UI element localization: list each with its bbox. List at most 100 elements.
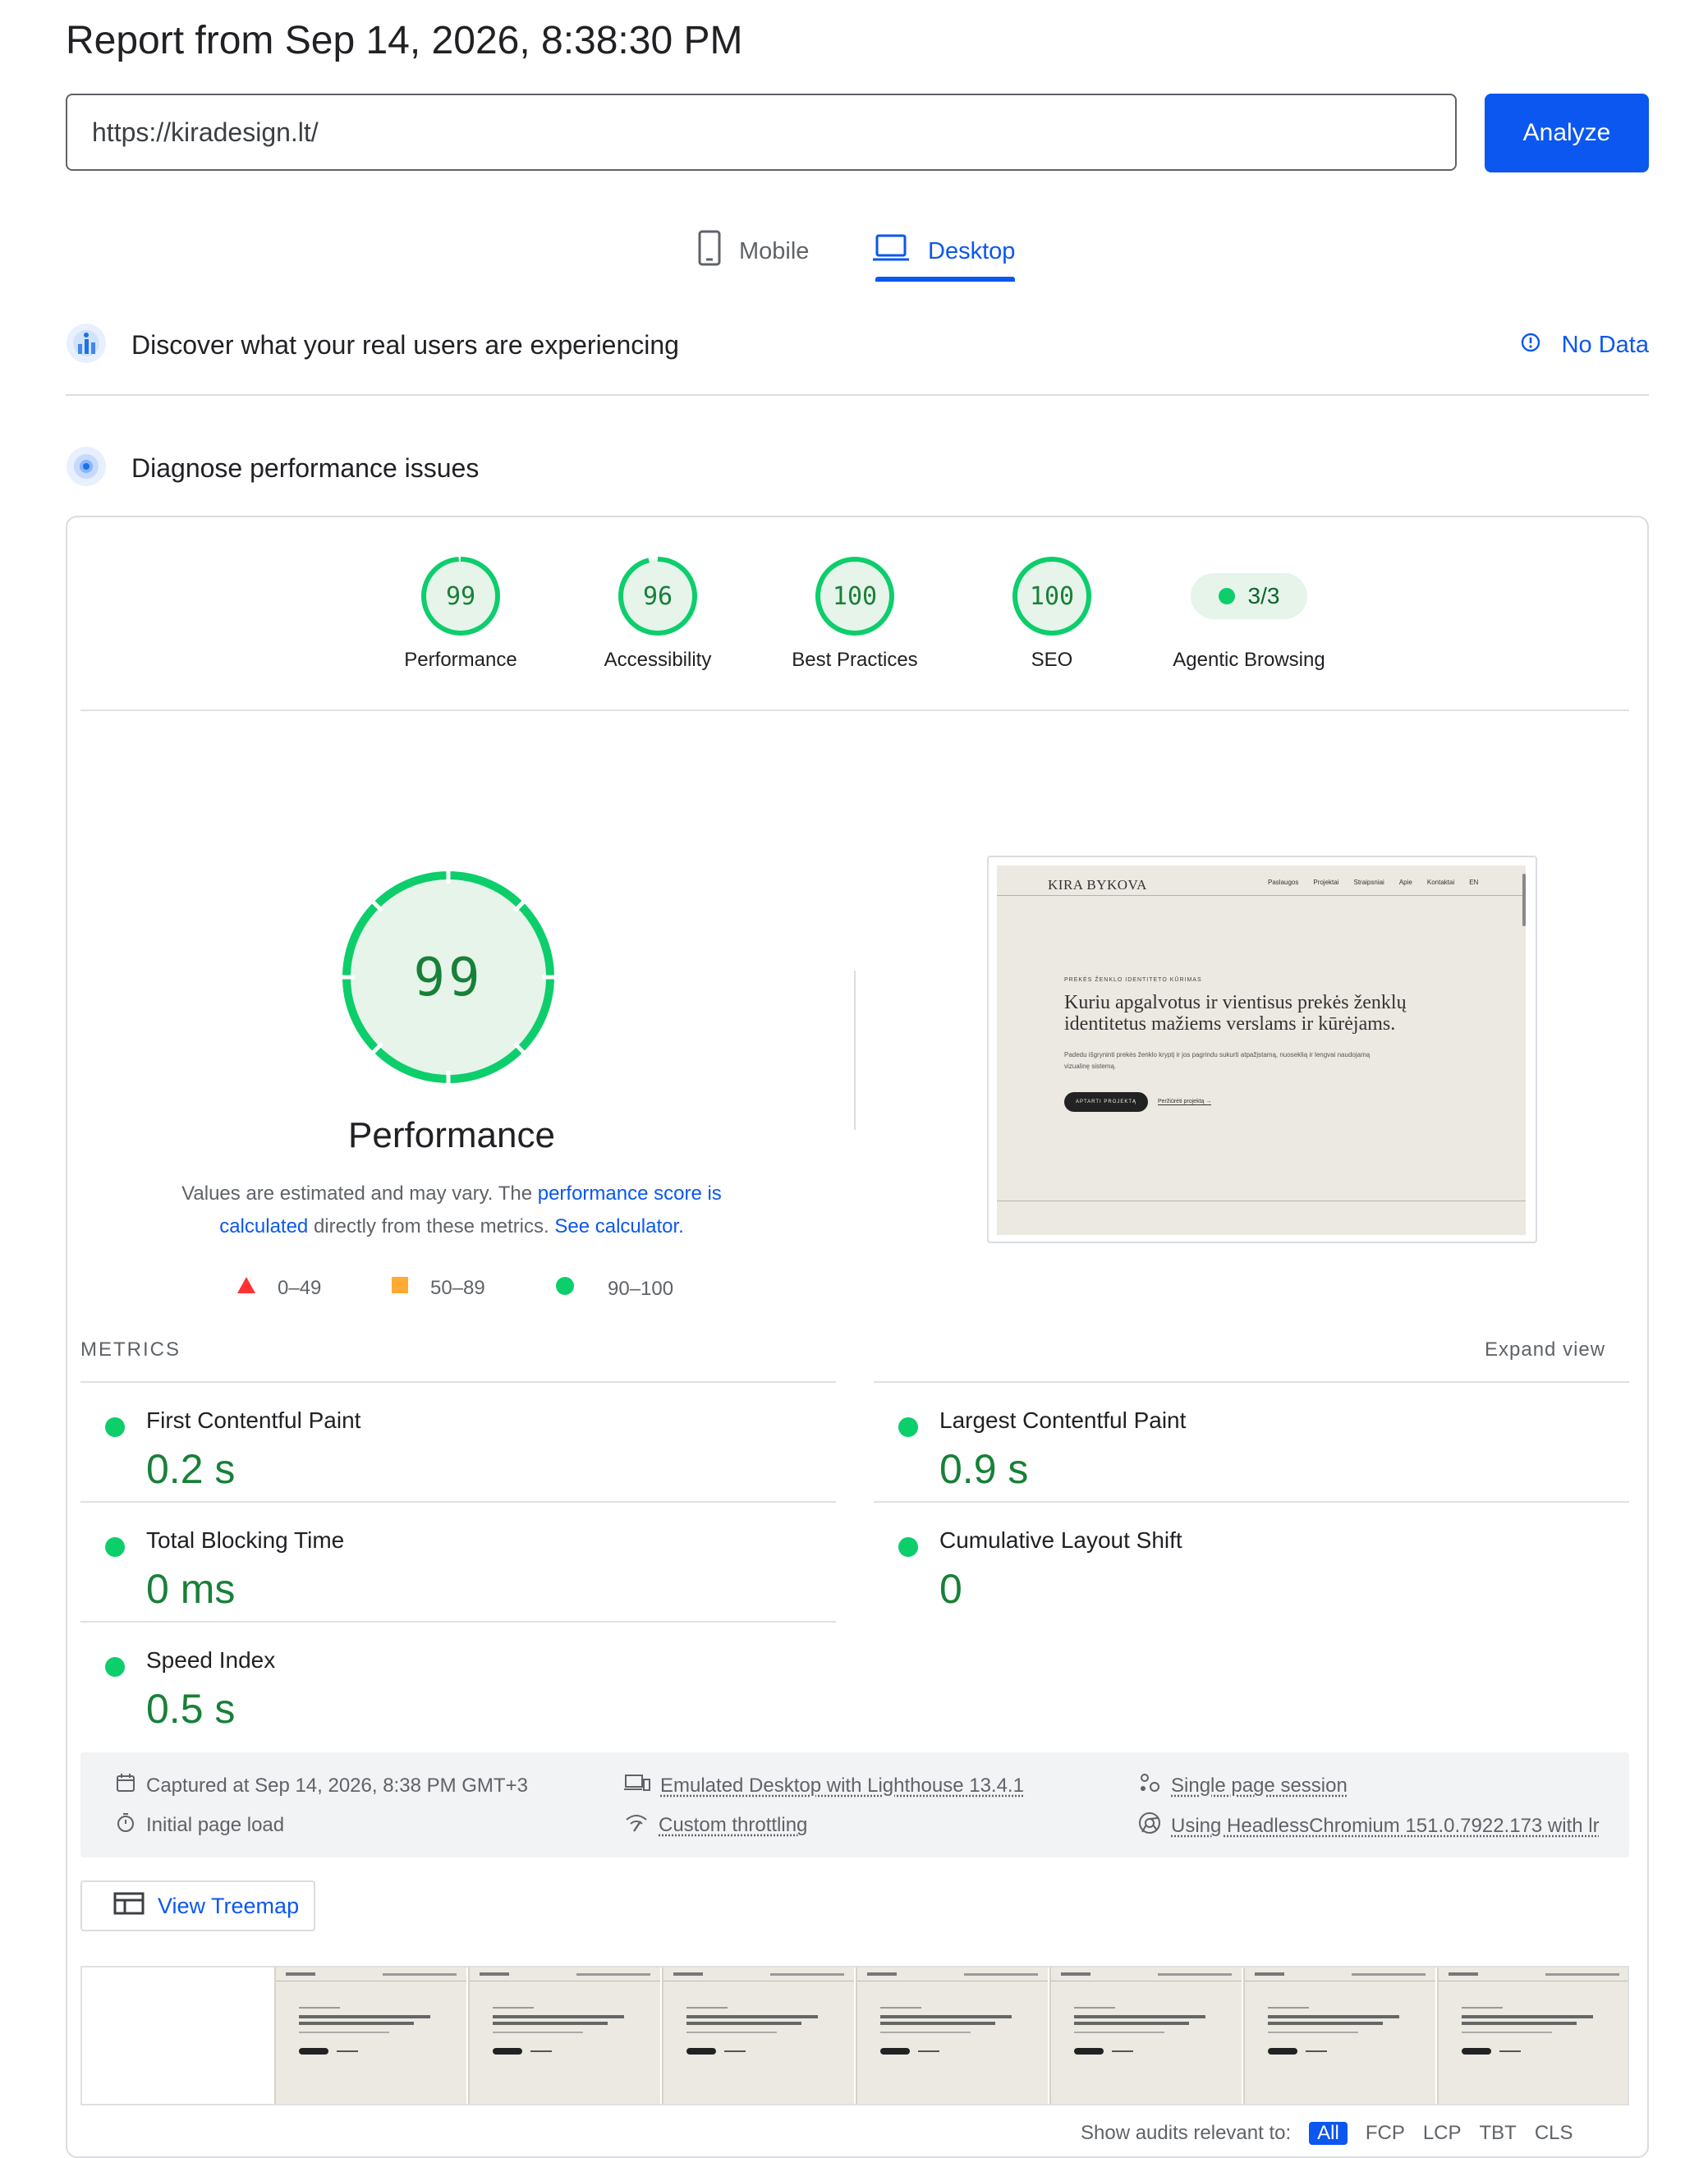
metric-value: 0.5 s (146, 1686, 236, 1732)
preview-scrollbar (1522, 874, 1526, 926)
info-browser[interactable]: Using HeadlessChromium 151.0.7922.173 wi… (1138, 1811, 1600, 1840)
url-input[interactable] (67, 95, 1455, 169)
gauge-label: Agentic Browsing (1173, 649, 1325, 671)
metric-value: 0 (939, 1566, 962, 1612)
pass-dot-icon (105, 1417, 125, 1437)
metric-value: 0 ms (146, 1566, 236, 1612)
filter-chip-lcp[interactable]: LCP (1423, 2122, 1462, 2145)
filmstrip-frame (662, 1967, 854, 2104)
tab-mobile[interactable]: Mobile (698, 222, 809, 281)
filmstrip-frame (468, 1967, 660, 2104)
metric-lcp: Largest Contentful Paint 0.9 s (874, 1383, 1629, 1503)
signal-icon (624, 1811, 649, 1839)
radar-icon (66, 446, 107, 491)
preview-nav-item: EN (1469, 879, 1479, 886)
metric-name: Largest Contentful Paint (939, 1407, 1187, 1433)
see-calculator-link[interactable]: See calculator. (554, 1215, 683, 1237)
info-throttling[interactable]: Custom throttling (624, 1811, 807, 1839)
filter-chip-all[interactable]: All (1309, 2122, 1348, 2145)
gauge-ring-icon: 96 (618, 557, 697, 636)
filter-chip-cls[interactable]: CLS (1535, 2122, 1573, 2145)
preview-nav-item: Apie (1398, 879, 1412, 886)
no-data-label: No Data (1561, 331, 1649, 358)
metric-name: Speed Index (146, 1647, 276, 1673)
metric-cls: Cumulative Layout Shift 0 (874, 1503, 1629, 1623)
gauge-best-practices[interactable]: 100 Best Practices (756, 555, 953, 672)
info-initial-load-text: Initial page load (146, 1813, 285, 1836)
metric-tbt: Total Blocking Time 0 ms (80, 1503, 836, 1623)
pass-dot-icon (105, 1537, 125, 1557)
gauge-label: Accessibility (604, 649, 712, 671)
audit-filter: Show audits relevant to: All FCP LCP TBT… (1081, 2122, 1573, 2145)
gauge-label: Best Practices (792, 649, 918, 671)
lab-data-section: Diagnose performance issues (66, 446, 1649, 491)
preview-subtext: Padedu išgryninti prekės ženklo kryptį i… (1064, 1051, 1371, 1070)
card-divider (80, 709, 1629, 711)
svg-text:100: 100 (1030, 582, 1074, 611)
preview-nav-item: Straipsniai (1353, 879, 1384, 886)
filter-chip-tbt[interactable]: TBT (1480, 2122, 1517, 2145)
preview-headline: Kuriu apgalvotus ir vientisus prekės žen… (1064, 992, 1407, 1035)
agentic-score-pill: 3/3 (1191, 573, 1307, 619)
session-icon (1138, 1772, 1161, 1799)
metric-name: First Contentful Paint (146, 1407, 361, 1433)
legend-average-range: 50–89 (430, 1276, 485, 1299)
laptop-icon (872, 234, 910, 269)
info-captured: Captured at Sep 14, 2026, 8:38 PM GMT+3 (115, 1772, 528, 1799)
gauge-accessibility[interactable]: 96 Accessibility (559, 555, 756, 672)
tab-desktop[interactable]: Desktop (872, 222, 1015, 281)
no-data-link[interactable]: No Data (1521, 332, 1649, 359)
info-emulated-text: Emulated Desktop with Lighthouse 13.4.1 (660, 1774, 1024, 1797)
svg-text:96: 96 (643, 582, 673, 611)
field-data-title: Discover what your real users are experi… (131, 329, 679, 360)
pass-dot-icon (898, 1417, 918, 1437)
gauge-seo[interactable]: 100 SEO (953, 555, 1150, 672)
legend-fail: 0–49 (236, 1276, 321, 1300)
section-divider (66, 394, 1649, 396)
metric-value: 0.2 s (146, 1446, 236, 1492)
svg-text:99: 99 (413, 948, 483, 1008)
analyze-button[interactable]: Analyze (1485, 94, 1649, 172)
performance-description: Values are estimated and may vary. The p… (148, 1178, 755, 1243)
info-browser-text: Using HeadlessChromium 151.0.7922.173 wi… (1171, 1814, 1600, 1837)
field-data-section: Discover what your real users are experi… (66, 323, 1649, 368)
preview-nav-item: Paslaugos (1268, 879, 1299, 886)
filmstrip-frame (1437, 1967, 1628, 2104)
preview-header-rule (997, 895, 1526, 896)
agentic-score: 3/3 (1247, 583, 1280, 608)
tab-desktop-label: Desktop (928, 237, 1016, 264)
metrics-heading: METRICS (80, 1338, 181, 1361)
circle-icon (555, 1276, 575, 1302)
users-chart-icon (66, 323, 107, 368)
info-session[interactable]: Single page session (1138, 1772, 1348, 1799)
gauge-performance[interactable]: 99 Performance (362, 555, 559, 672)
desc-text-2: directly from these metrics. (308, 1215, 555, 1237)
performance-big-gauge: 99 (340, 869, 557, 1086)
lab-data-title: Diagnose performance issues (131, 452, 480, 483)
gauge-ring-icon: 100 (1012, 557, 1091, 636)
gauge-agentic-browsing[interactable]: 3/3 Agentic Browsing (1150, 555, 1348, 672)
preview-cta-button: APTARTI PROJEKTĄ (1064, 1092, 1148, 1112)
info-captured-text: Captured at Sep 14, 2026, 8:38 PM GMT+3 (146, 1774, 528, 1797)
view-treemap-button[interactable]: View Treemap (80, 1880, 315, 1931)
url-field[interactable] (66, 94, 1457, 171)
pass-dot-icon (105, 1657, 125, 1677)
filmstrip-frame (274, 1967, 466, 2104)
devices-icon (624, 1772, 650, 1799)
filter-chip-fcp[interactable]: FCP (1366, 2122, 1405, 2145)
svg-text:100: 100 (833, 582, 877, 611)
expand-view-toggle[interactable]: Expand view (1485, 1338, 1605, 1361)
preview-logo: KIRA BYKOVA (1048, 877, 1147, 893)
info-emulated[interactable]: Emulated Desktop with Lighthouse 13.4.1 (624, 1772, 1024, 1799)
preview-nav-item: Projektai (1313, 879, 1339, 886)
final-screenshot[interactable]: KIRA BYKOVA Paslaugos Projektai Straipsn… (987, 856, 1537, 1243)
preview-nav: Paslaugos Projektai Straipsniai Apie Kon… (1268, 879, 1478, 886)
legend-average: 50–89 (391, 1276, 485, 1300)
calendar-icon (115, 1772, 136, 1799)
triangle-icon (236, 1276, 256, 1300)
tab-mobile-label: Mobile (739, 237, 810, 264)
timer-icon (115, 1811, 136, 1839)
filmstrip (80, 1966, 1629, 2105)
filmstrip-frame (1049, 1967, 1242, 2104)
preview-link: Peržiūrėti projektą → (1158, 1099, 1212, 1105)
